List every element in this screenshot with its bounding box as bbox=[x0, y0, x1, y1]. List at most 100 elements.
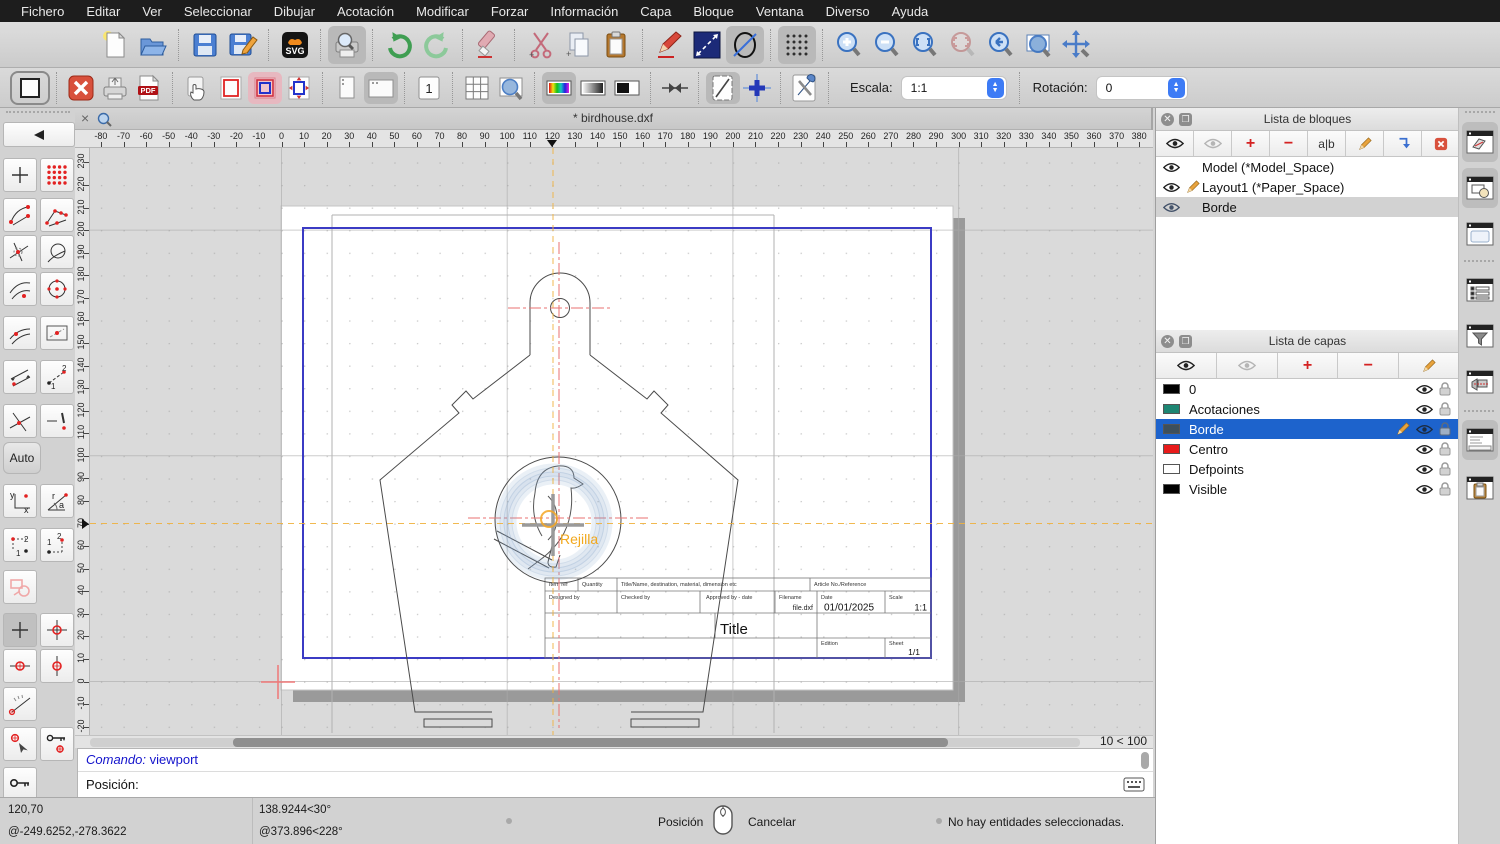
command-history[interactable]: Comando: viewport bbox=[78, 749, 1153, 772]
zoom-window-button[interactable] bbox=[1020, 26, 1058, 64]
layer-visibility-icon[interactable] bbox=[1416, 484, 1433, 495]
open-file-button[interactable] bbox=[134, 26, 172, 64]
layer-visibility-icon[interactable] bbox=[1416, 464, 1433, 475]
page-borders-button[interactable] bbox=[214, 72, 248, 104]
pan-button[interactable] bbox=[1058, 26, 1096, 64]
library-browser-panel-icon[interactable] bbox=[1462, 168, 1498, 208]
snap-grid-button[interactable] bbox=[40, 158, 74, 192]
first-page-button[interactable]: 1 bbox=[412, 72, 446, 104]
insert-block-button[interactable] bbox=[1384, 131, 1422, 156]
snap-reference-button[interactable] bbox=[40, 316, 74, 350]
add-layer-button[interactable]: + bbox=[1278, 353, 1339, 378]
purge-blocks-button[interactable] bbox=[1422, 131, 1459, 156]
select-reference-button[interactable] bbox=[3, 727, 37, 761]
menu-bloque[interactable]: Bloque bbox=[682, 4, 744, 19]
rotacion-select[interactable]: 0 ▲ ▼ bbox=[1095, 75, 1188, 100]
restrict-vertical-button[interactable] bbox=[40, 649, 74, 683]
landscape-page-button[interactable] bbox=[364, 71, 398, 104]
restrict-horizontal-button[interactable] bbox=[3, 649, 37, 683]
property-editor-panel-icon[interactable] bbox=[1462, 270, 1498, 310]
layer-lock-icon[interactable] bbox=[1439, 482, 1451, 496]
block-visibility-icon[interactable] bbox=[1163, 202, 1180, 213]
paperspace-toggle-button[interactable] bbox=[10, 70, 50, 105]
layer-color-swatch[interactable] bbox=[1163, 424, 1180, 434]
save-button[interactable] bbox=[186, 26, 224, 64]
command-line-panel-icon[interactable] bbox=[1462, 420, 1498, 460]
cut-button[interactable]: + bbox=[522, 26, 560, 64]
viewport-panel-icon[interactable] bbox=[1462, 214, 1498, 254]
restrict-off-button[interactable] bbox=[3, 570, 37, 604]
menu-ayuda[interactable]: Ayuda bbox=[881, 4, 940, 19]
zoom-previous-button[interactable] bbox=[982, 26, 1020, 64]
horizontal-scrollbar[interactable] bbox=[90, 738, 1080, 747]
print-button[interactable] bbox=[98, 72, 132, 104]
reference-panel-icon[interactable] bbox=[1462, 362, 1498, 402]
block-row-borde[interactable]: Borde bbox=[1156, 197, 1459, 217]
horizontal-scrollbar-thumb[interactable] bbox=[233, 738, 948, 747]
relative-zero-button[interactable] bbox=[3, 767, 37, 801]
undo-button[interactable] bbox=[380, 26, 418, 64]
layer-lock-icon[interactable] bbox=[1439, 402, 1451, 416]
layer-color-swatch[interactable] bbox=[1163, 404, 1180, 414]
grid-toggle-button[interactable] bbox=[778, 25, 816, 64]
snap-center-button[interactable] bbox=[40, 272, 74, 306]
blackwhite-mode-button[interactable] bbox=[610, 72, 644, 104]
selection-filter-panel-icon[interactable] bbox=[1462, 316, 1498, 356]
layer-lock-icon[interactable] bbox=[1439, 422, 1451, 436]
block-visibility-icon[interactable] bbox=[1163, 162, 1180, 173]
hide-all-blocks-button[interactable] bbox=[1194, 131, 1232, 156]
snap-parallel-button[interactable] bbox=[3, 360, 37, 394]
snap-angle-button[interactable] bbox=[3, 687, 37, 721]
copy-button[interactable]: + bbox=[560, 26, 598, 64]
menu-ver[interactable]: Ver bbox=[131, 4, 173, 19]
relative-cartesian-button[interactable]: 12 bbox=[3, 528, 37, 562]
block-visibility-icon[interactable] bbox=[1163, 182, 1180, 193]
menu-modificar[interactable]: Modificar bbox=[405, 4, 480, 19]
lock-relative-zero-button[interactable] bbox=[40, 727, 74, 761]
svg-export-button[interactable]: SVG bbox=[276, 26, 314, 64]
block-row-layout1[interactable]: Layout1 (*Paper_Space) bbox=[1156, 177, 1459, 197]
command-scrollbar-thumb[interactable] bbox=[1141, 752, 1149, 769]
show-points-button[interactable] bbox=[740, 72, 774, 104]
snap-auto-button[interactable]: Auto bbox=[3, 442, 41, 474]
escala-stepper-icon[interactable]: ▲ ▼ bbox=[986, 77, 1004, 98]
keyboard-icon[interactable] bbox=[1123, 777, 1145, 792]
add-block-button[interactable]: + bbox=[1232, 131, 1270, 156]
block-row-model[interactable]: Model (*Model_Space) bbox=[1156, 157, 1459, 177]
snap-tangent-button[interactable] bbox=[3, 272, 37, 306]
viewport-canvas[interactable]: Item ref Quantity Title/Name, destinatio… bbox=[90, 148, 1153, 735]
layer-color-swatch[interactable] bbox=[1163, 384, 1180, 394]
menu-acotacion[interactable]: Acotación bbox=[326, 4, 405, 19]
coord-cartesian-button[interactable]: yx bbox=[3, 484, 37, 518]
layer-color-swatch[interactable] bbox=[1163, 444, 1180, 454]
menu-informacion[interactable]: Información bbox=[539, 4, 629, 19]
layer-color-swatch[interactable] bbox=[1163, 484, 1180, 494]
menu-forzar[interactable]: Forzar bbox=[480, 4, 540, 19]
layer-lock-icon[interactable] bbox=[1439, 382, 1451, 396]
color-mode-button[interactable] bbox=[542, 71, 576, 104]
paste-button[interactable] bbox=[598, 26, 636, 64]
show-all-blocks-button[interactable] bbox=[1156, 131, 1194, 156]
clipboard-panel-icon[interactable] bbox=[1462, 468, 1498, 508]
zoom-selection-button[interactable] bbox=[944, 26, 982, 64]
menu-fichero[interactable]: Fichero bbox=[10, 4, 75, 19]
snap-perpendicular-button[interactable] bbox=[3, 316, 37, 350]
layer-row-acotaciones[interactable]: Acotaciones bbox=[1156, 399, 1459, 419]
layer-lock-icon[interactable] bbox=[1439, 462, 1451, 476]
multi-pages-button[interactable] bbox=[460, 72, 494, 104]
snap-exclude-button[interactable] bbox=[40, 404, 74, 438]
snap-distance-button[interactable]: 12 bbox=[40, 360, 74, 394]
coord-polar-button[interactable]: ra bbox=[40, 484, 74, 518]
zoom-out-button[interactable] bbox=[868, 26, 906, 64]
layer-row-defpoints[interactable]: Defpoints bbox=[1156, 459, 1459, 479]
layer-visibility-icon[interactable] bbox=[1416, 444, 1433, 455]
layer-color-swatch[interactable] bbox=[1163, 464, 1180, 474]
edit-pencil-button[interactable] bbox=[650, 26, 688, 64]
drag-page-button[interactable] bbox=[180, 72, 214, 104]
palette-grip[interactable] bbox=[6, 111, 70, 117]
hide-all-layers-button[interactable] bbox=[1217, 353, 1278, 378]
draft-mode-button[interactable] bbox=[706, 71, 740, 104]
remove-layer-button[interactable]: − bbox=[1338, 353, 1400, 378]
new-file-button[interactable] bbox=[96, 26, 134, 64]
snap-endpoints-button[interactable] bbox=[3, 198, 37, 232]
